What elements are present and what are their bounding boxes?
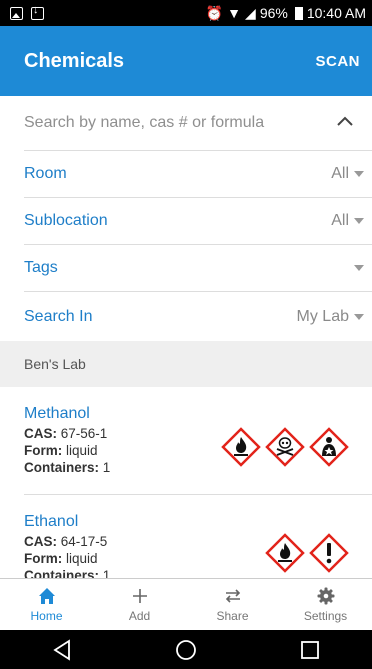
nav-settings[interactable]: Settings — [281, 586, 371, 623]
app-bar: Chemicals SCAN — [0, 26, 372, 96]
filter-search-in-selected: My Lab — [296, 307, 349, 325]
collapse-chevron-up-icon[interactable] — [336, 114, 354, 132]
exclamation-hazard-icon — [309, 533, 349, 573]
search-input[interactable] — [24, 114, 304, 132]
home-circle-icon[interactable] — [171, 635, 201, 665]
alarm-icon: ⏰ — [205, 4, 224, 21]
health-hazard-icon — [309, 427, 349, 467]
home-icon — [38, 586, 56, 606]
recents-square-icon[interactable] — [295, 635, 325, 665]
nav-share-label: Share — [216, 609, 249, 623]
dropdown-caret-icon — [354, 171, 364, 177]
skull-crossbones-hazard-icon — [265, 427, 305, 467]
filter-room[interactable]: Room All — [24, 151, 372, 198]
filter-search-in-label: Search In — [24, 307, 93, 325]
filter-tags-value[interactable] — [349, 265, 364, 271]
flame-hazard-icon — [221, 427, 261, 467]
filter-room-selected: All — [331, 165, 349, 182]
filter-room-value[interactable]: All — [331, 165, 364, 183]
search-row — [24, 96, 372, 151]
plus-icon — [132, 586, 148, 606]
chemical-list-item[interactable]: Methanol CAS: 67-56-1 Form: liquid Conta… — [24, 405, 372, 495]
gear-icon — [317, 586, 335, 606]
filter-sublocation-selected: All — [331, 212, 349, 229]
filter-search-in[interactable]: Search In My Lab — [24, 293, 372, 340]
nav-add-label: Add — [128, 609, 151, 623]
nav-share[interactable]: Share — [188, 586, 278, 623]
gallery-notification-icon — [10, 6, 23, 20]
bottom-navigation: Home Add Share Settings — [0, 578, 372, 630]
battery-icon — [294, 6, 303, 20]
page-title: Chemicals — [24, 49, 125, 72]
flame-hazard-icon — [265, 533, 305, 573]
signal-icon: ◢ — [245, 4, 256, 21]
filter-tags-label: Tags — [24, 259, 58, 276]
section-header: Ben's Lab — [0, 341, 372, 387]
filter-sublocation[interactable]: Sublocation All — [24, 198, 372, 245]
filter-room-label: Room — [24, 165, 67, 182]
filter-tags[interactable]: Tags — [24, 245, 372, 292]
chemical-list-item[interactable]: Ethanol CAS: 64-17-5 Form: liquid Contai… — [24, 513, 372, 578]
clock: 10:40 AM — [306, 5, 366, 21]
download-notification-icon — [31, 4, 44, 20]
swap-arrows-icon — [223, 586, 243, 606]
system-navigation-bar — [0, 630, 372, 669]
hazard-icons — [265, 533, 349, 573]
chemical-name[interactable]: Methanol — [24, 405, 372, 423]
nav-home-label: Home — [30, 609, 63, 623]
nav-add[interactable]: Add — [95, 586, 185, 623]
hazard-icons — [221, 427, 349, 467]
nav-home[interactable]: Home — [2, 586, 92, 623]
dropdown-caret-icon — [354, 218, 364, 224]
chemical-name[interactable]: Ethanol — [24, 513, 372, 531]
dropdown-caret-icon — [354, 265, 364, 271]
scan-button[interactable]: SCAN — [309, 47, 366, 76]
status-bar: ⏰ ▼ ◢ 96% 10:40 AM — [0, 0, 372, 26]
back-triangle-icon[interactable] — [47, 635, 77, 665]
filter-search-in-value[interactable]: My Lab — [297, 308, 364, 326]
wifi-icon: ▼ — [227, 5, 242, 21]
nav-settings-label: Settings — [303, 609, 348, 623]
dropdown-caret-icon — [354, 313, 364, 320]
filter-sublocation-value[interactable]: All — [331, 212, 364, 230]
battery-percent: 96% — [259, 5, 288, 21]
filter-sublocation-label: Sublocation — [24, 212, 108, 229]
